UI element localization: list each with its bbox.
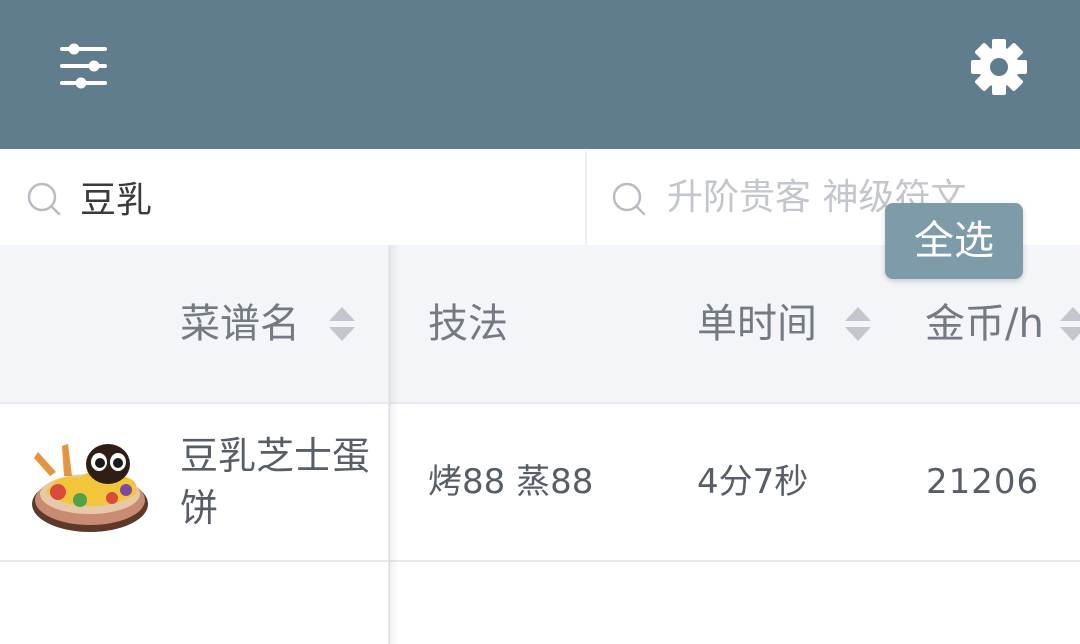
recipe-search-input[interactable] bbox=[80, 167, 570, 227]
recipe-search bbox=[0, 149, 585, 245]
table-row[interactable]: 豆乳芝士蛋饼 烤88 蒸88 4分7秒 21206 bbox=[0, 404, 1080, 560]
sort-icon[interactable] bbox=[843, 304, 873, 344]
column-label: 技法 bbox=[428, 301, 508, 347]
search-icon bbox=[27, 182, 61, 216]
sliders-icon bbox=[60, 43, 107, 89]
sort-icon[interactable] bbox=[1058, 304, 1080, 344]
table-row[interactable] bbox=[0, 562, 1080, 644]
gear-icon bbox=[971, 39, 1027, 95]
frozen-column-shadow bbox=[389, 245, 399, 644]
recipe-name: 豆乳芝士蛋饼 bbox=[180, 434, 371, 530]
app-header bbox=[0, 0, 1080, 149]
column-label: 金币/h bbox=[925, 301, 1044, 347]
settings-button[interactable] bbox=[964, 34, 1034, 100]
search-icon bbox=[612, 182, 646, 216]
filter-button[interactable] bbox=[52, 36, 116, 96]
sort-icon[interactable] bbox=[327, 304, 357, 344]
column-label: 单时间 bbox=[697, 301, 817, 347]
column-header-skill[interactable]: 技法 bbox=[428, 245, 508, 403]
select-all-button[interactable]: 全选 bbox=[885, 203, 1023, 279]
column-header-time[interactable]: 单时间 bbox=[697, 245, 817, 403]
dish-thumbnail bbox=[32, 444, 148, 532]
column-header-recipe-name[interactable]: 菜谱名 bbox=[180, 245, 300, 403]
recipe-skills: 烤88 蒸88 bbox=[428, 462, 594, 502]
column-label: 菜谱名 bbox=[180, 301, 300, 347]
recipe-gold-per-hour: 21206 bbox=[926, 462, 1040, 502]
recipe-time: 4分7秒 bbox=[697, 462, 809, 502]
